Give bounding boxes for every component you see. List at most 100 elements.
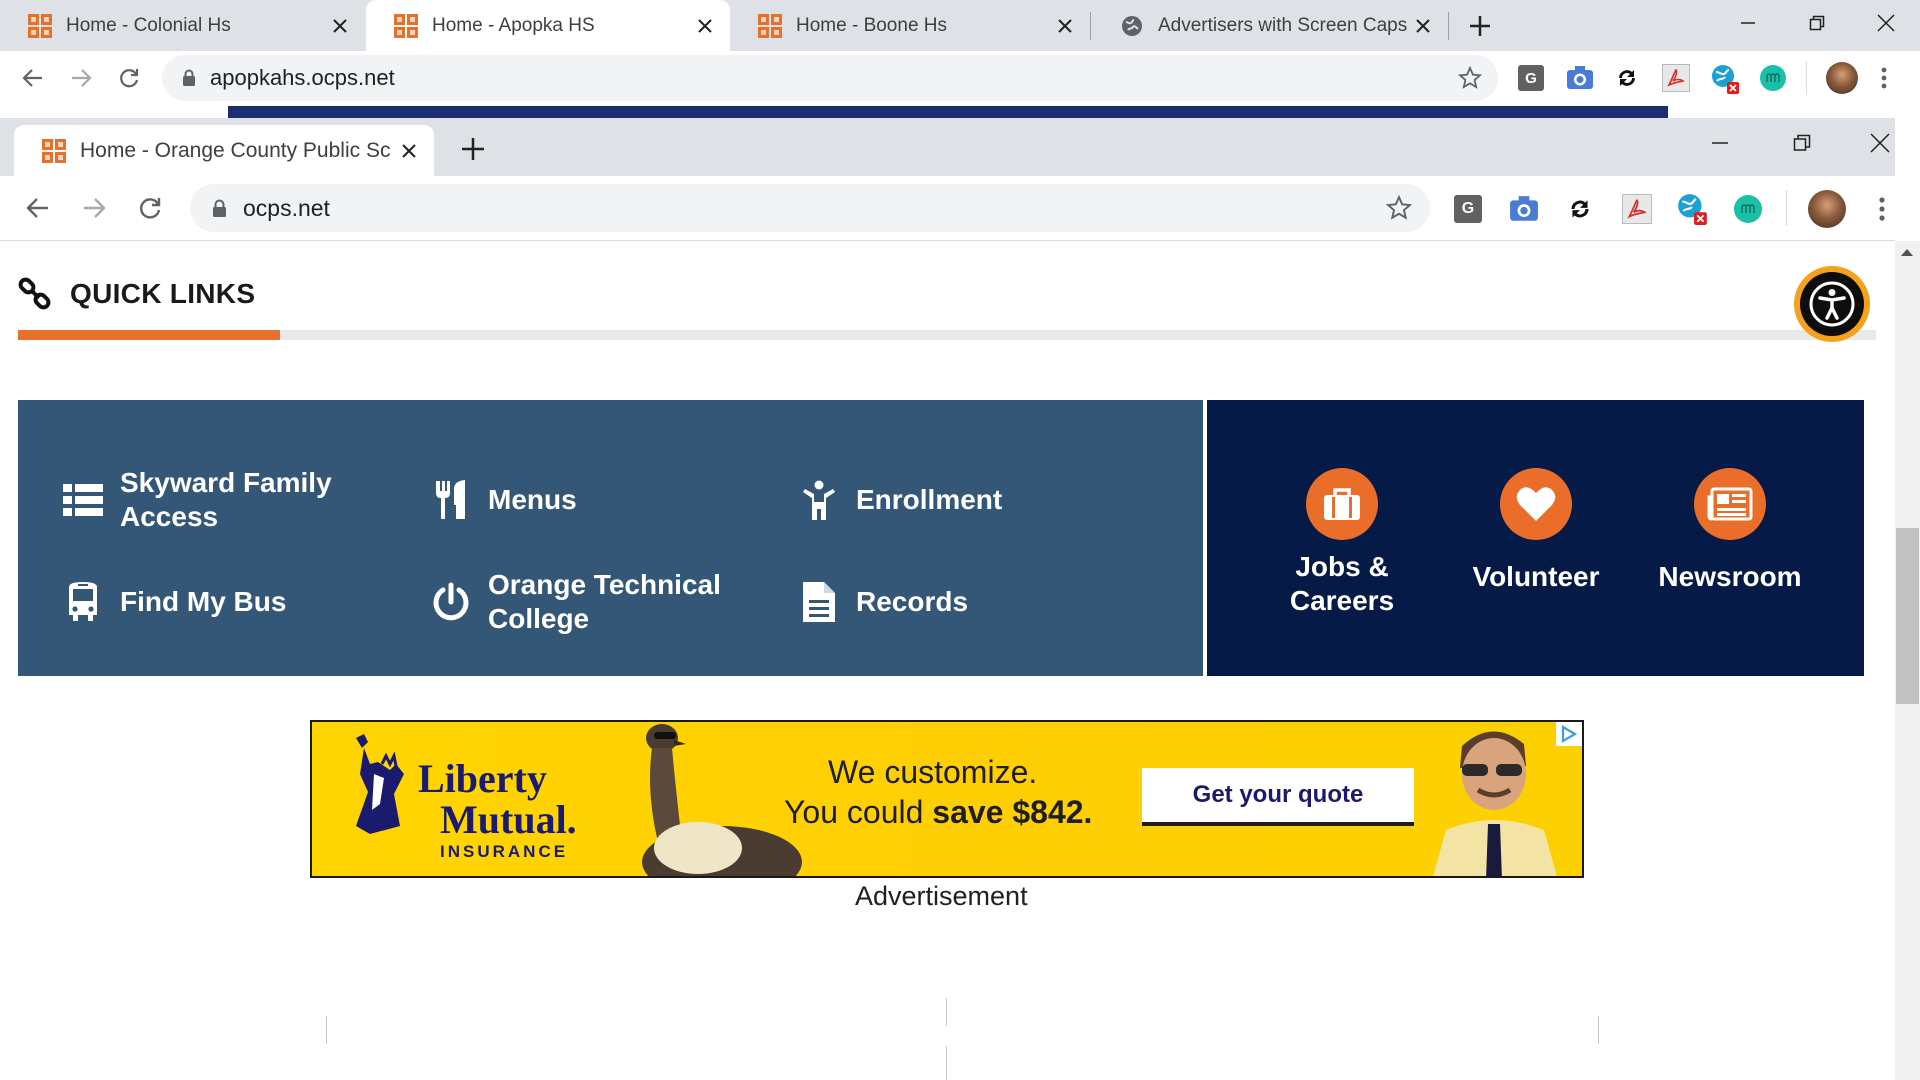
tab-title: Home - Apopka HS (432, 14, 595, 36)
quick-links-underline-accent (18, 330, 280, 340)
link-label: Find My Bus (120, 586, 287, 617)
tab-title: Advertisers with Screen Caps of t (1158, 14, 1412, 36)
lock-icon (183, 69, 195, 86)
new-tab-button[interactable] (458, 134, 488, 164)
ocps-favicon-icon (758, 13, 782, 38)
ad-headline: We customize. (828, 754, 1038, 790)
web-extension-icon[interactable] (1676, 192, 1710, 226)
star-icon[interactable] (1386, 195, 1412, 221)
tab-title: Home - Colonial Hs (66, 14, 231, 36)
list-icon (62, 479, 104, 521)
close-tab-icon[interactable] (398, 140, 420, 162)
address-bar[interactable]: ocps.net (190, 184, 1430, 232)
accessibility-icon (1809, 281, 1855, 327)
link-orange-technical-college[interactable]: Orange Technical College (430, 568, 728, 636)
back-button[interactable] (20, 190, 56, 226)
tab-boone[interactable]: Home - Boone Hs (730, 0, 1090, 51)
link-find-my-bus[interactable]: Find My Bus (62, 568, 286, 636)
close-window-button[interactable] (1866, 8, 1906, 38)
quick-links-panel: Skyward Family Access Menus Enrollment F… (18, 400, 1203, 676)
forward-button[interactable] (76, 190, 112, 226)
link-menus[interactable]: Menus (430, 466, 577, 534)
close-tab-icon[interactable] (1412, 15, 1434, 37)
m-extension-icon[interactable] (1734, 195, 1762, 223)
ad-brand-line1: Liberty (418, 756, 547, 801)
arrow-right-icon (84, 198, 106, 218)
link-skyward-family-access[interactable]: Skyward Family Access (62, 466, 350, 534)
link-icon (18, 277, 51, 310)
inner-toolbar: ocps.net G (0, 176, 1895, 241)
link-label: Records (856, 586, 969, 617)
child-icon (798, 479, 840, 521)
restore-button[interactable] (1782, 128, 1822, 158)
link-jobs-careers[interactable]: Jobs & Careers (1247, 468, 1437, 618)
link-newsroom[interactable]: Newsroom (1635, 468, 1825, 594)
forward-button[interactable] (64, 61, 98, 95)
menu-kebab-icon[interactable] (1872, 194, 1892, 224)
link-label: Menus (488, 484, 577, 515)
column-divider (1598, 1016, 1599, 1044)
column-divider (946, 998, 947, 1026)
reload-button[interactable] (132, 190, 168, 226)
inner-tab-strip: Home - Orange County Public Sc (0, 118, 1895, 176)
camera-extension-icon[interactable] (1509, 195, 1539, 223)
star-icon[interactable] (1458, 66, 1482, 90)
power-icon (430, 581, 472, 623)
restore-button[interactable] (1797, 8, 1837, 38)
address-bar[interactable]: apopkahs.ocps.net (162, 55, 1498, 101)
quick-links-title: QUICK LINKS (70, 278, 256, 309)
reload-button[interactable] (112, 61, 146, 95)
spokesman-illustration (1433, 731, 1557, 876)
m-extension-icon[interactable] (1760, 65, 1786, 91)
newspaper-icon (1694, 468, 1766, 540)
link-enrollment[interactable]: Enrollment (798, 466, 1002, 534)
tab-title: Home - Boone Hs (796, 14, 948, 36)
tab-ocps-home[interactable]: Home - Orange County Public Sc (14, 125, 434, 176)
avatar[interactable] (1826, 62, 1858, 94)
get-quote-button[interactable]: Get your quote (1142, 768, 1414, 826)
google-extension-icon[interactable]: G (1518, 65, 1544, 91)
accessibility-button[interactable] (1794, 266, 1870, 342)
pdf-extension-icon[interactable] (1662, 64, 1690, 92)
close-tab-icon[interactable] (694, 15, 716, 37)
tab-apopka[interactable]: Home - Apopka HS (366, 0, 730, 51)
link-volunteer[interactable]: Volunteer (1441, 468, 1631, 594)
pdf-extension-icon[interactable] (1622, 194, 1652, 224)
close-tab-icon[interactable] (329, 15, 351, 37)
sync-extension-icon[interactable] (1614, 65, 1640, 91)
new-tab-button[interactable] (1466, 12, 1494, 40)
column-divider (946, 1046, 947, 1080)
minimize-button[interactable] (1700, 128, 1740, 158)
tab-separator (1090, 12, 1091, 40)
tab-advertisers[interactable]: Advertisers with Screen Caps of t (1092, 0, 1448, 51)
reload-icon (120, 69, 139, 88)
quick-links-underline (18, 330, 1876, 340)
ad-subline-prefix: You could (784, 794, 933, 830)
ocps-favicon-icon (42, 138, 66, 163)
close-window-button[interactable] (1860, 128, 1900, 158)
tab-colonial[interactable]: Home - Colonial Hs (0, 0, 365, 51)
sync-extension-icon[interactable] (1566, 195, 1594, 223)
adchoices-icon[interactable] (1556, 722, 1582, 746)
scroll-up-arrow-icon[interactable] (1901, 249, 1913, 256)
avatar[interactable] (1808, 190, 1846, 228)
link-label: Enrollment (856, 484, 1003, 515)
close-tab-icon[interactable] (1054, 15, 1076, 37)
vertical-scrollbar[interactable] (1895, 241, 1920, 1080)
utensils-icon (430, 479, 472, 521)
arrow-left-icon (22, 69, 42, 87)
scrollbar-thumb[interactable] (1896, 528, 1919, 704)
google-extension-icon[interactable]: G (1454, 195, 1482, 223)
toolbar-separator (1786, 190, 1787, 226)
menu-kebab-icon[interactable] (1874, 63, 1894, 93)
advertisement-banner[interactable]: Liberty Mutual. INSURANCE We customize. … (310, 720, 1584, 878)
link-label: Orange Technical College (488, 569, 721, 634)
web-extension-icon[interactable] (1710, 63, 1742, 95)
link-records[interactable]: Records (798, 568, 968, 636)
back-button[interactable] (16, 61, 50, 95)
camera-extension-icon[interactable] (1566, 65, 1594, 91)
arrow-left-icon (26, 198, 48, 218)
minimize-button[interactable] (1728, 8, 1768, 38)
url-text: apopkahs.ocps.net (210, 65, 395, 90)
ad-subline: You could save $842. (784, 794, 1092, 831)
